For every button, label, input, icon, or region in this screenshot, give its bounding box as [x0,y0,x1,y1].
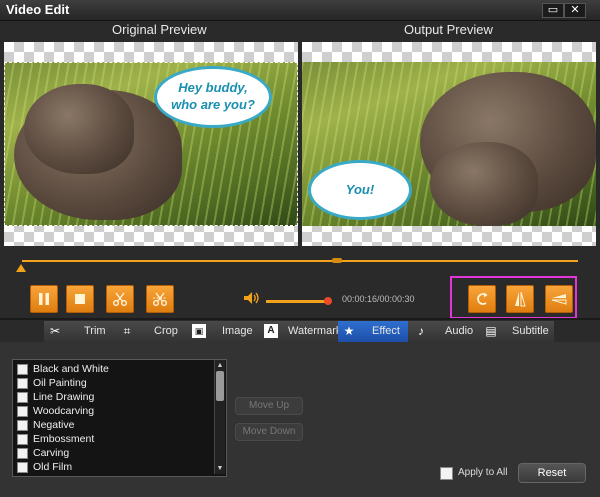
scroll-down-icon[interactable]: ▼ [216,464,224,473]
scissors-icon [113,292,127,306]
move-up-button[interactable]: Move Up [235,397,303,415]
checkbox[interactable] [17,420,28,431]
apply-to-all-checkbox[interactable] [440,467,453,480]
music-note-icon: ♪ [418,324,424,338]
checkbox[interactable] [17,448,28,459]
tab-label: Trim [84,325,106,337]
original-preview[interactable]: Hey buddy, who are you? [4,42,298,246]
reset-button[interactable]: Reset [518,463,586,483]
speech-bubble-text: Hey buddy, who are you? [171,80,255,112]
transform-buttons-highlight [450,276,577,319]
effect-list-scrollbar[interactable]: ▲ ▼ [214,360,225,474]
output-preview-label: Output Preview [404,22,493,37]
tab-label: Subtitle [512,325,549,337]
timeline-start-marker[interactable] [16,264,26,272]
list-item[interactable]: Oil Painting [13,376,213,390]
tab-label: Effect [372,325,400,337]
tab-subtitle[interactable]: ▤ Subtitle [480,321,554,342]
speech-bubble-original: Hey buddy, who are you? [154,66,272,128]
split-scissors-icon [153,292,167,306]
list-item[interactable]: Embossment [13,432,213,446]
timeline-playhead[interactable] [332,258,342,263]
tab-label: Audio [445,325,474,337]
checkbox[interactable] [17,392,28,403]
subtitle-icon: ▤ [485,324,497,338]
list-item[interactable]: Carving [13,446,213,460]
checkbox[interactable] [17,364,28,375]
stop-icon [75,294,85,304]
list-item[interactable]: Old Film [13,460,213,474]
cut-button[interactable] [106,285,134,313]
list-item[interactable]: Black and White [13,362,213,376]
tab-crop[interactable]: ⌗ Crop [118,321,188,342]
volume-slider[interactable] [266,300,328,303]
checkbox[interactable] [17,406,28,417]
tab-effect[interactable]: ★ Effect [338,321,408,342]
tab-label: Watermark [288,325,342,337]
maximize-button[interactable]: ▭ [542,3,564,18]
close-button[interactable]: ✕ [564,3,586,18]
checkbox[interactable] [17,378,28,389]
list-item[interactable]: Line Drawing [13,390,213,404]
list-item[interactable]: Woodcarving [13,404,213,418]
pause-button[interactable] [30,285,58,313]
tab-watermark[interactable]: A Watermark [260,321,342,342]
time-display: 00:00:16/00:00:30 [342,294,415,304]
pause-icon [39,293,49,305]
tab-trim[interactable]: ✂ Trim [44,321,112,342]
apply-to-all-label: Apply to All [458,467,508,478]
tab-label: Crop [154,325,178,337]
volume-slider-handle[interactable] [324,297,332,305]
tab-audio[interactable]: ♪ Audio [410,321,476,342]
speech-bubble-output: You! [308,160,412,220]
volume-icon[interactable] [243,291,261,305]
scroll-up-icon[interactable]: ▲ [216,361,224,370]
star-icon: ★ [343,324,355,338]
tab-image[interactable]: ▣ Image [190,321,258,342]
list-item[interactable]: Negative [13,418,213,432]
tab-label: Image [222,325,253,337]
scissors-icon: ✂ [49,324,61,338]
image-icon: ▣ [192,324,206,338]
timeline-track[interactable] [22,260,578,262]
split-button[interactable] [146,285,174,313]
divider [0,318,600,320]
checkbox[interactable] [17,462,28,473]
speech-bubble-text: You! [345,182,375,197]
scrollbar-thumb[interactable] [216,371,224,401]
watermark-icon: A [264,324,278,338]
window-title: Video Edit [6,2,70,17]
effect-list: Black and White Oil Painting Line Drawin… [12,359,227,477]
output-preview: You! [302,42,596,246]
checkbox[interactable] [17,434,28,445]
title-bar: Video Edit ▭ ✕ [0,0,600,21]
original-preview-label: Original Preview [112,22,207,37]
move-down-button[interactable]: Move Down [235,423,303,441]
stop-button[interactable] [66,285,94,313]
crop-icon: ⌗ [123,324,131,338]
